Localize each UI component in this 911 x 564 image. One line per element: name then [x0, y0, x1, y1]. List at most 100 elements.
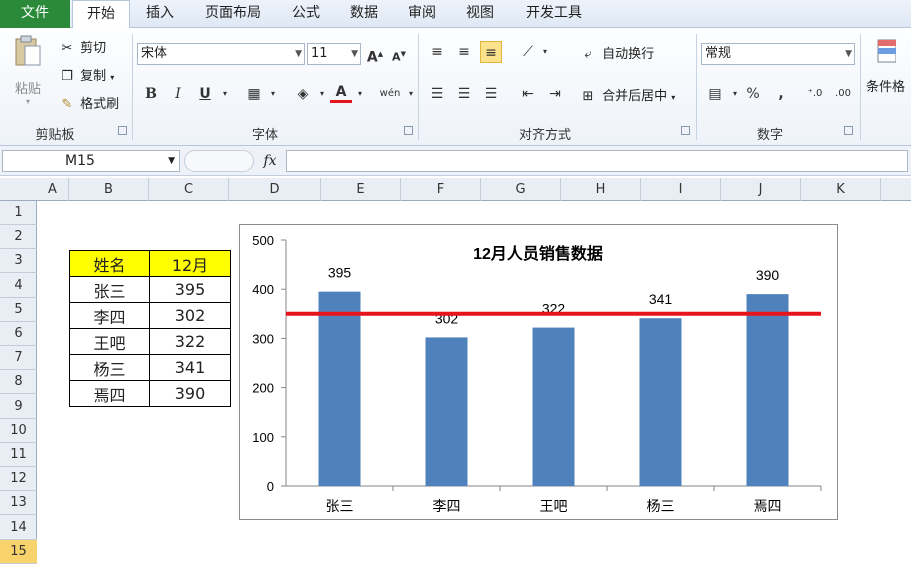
- name-cell[interactable]: 王吧: [69, 328, 150, 355]
- insert-function-button[interactable]: fx: [258, 150, 282, 172]
- cut-button[interactable]: ✂ 剪切: [58, 37, 107, 56]
- italic-button[interactable]: I: [167, 83, 189, 105]
- name-cell[interactable]: 李四: [69, 302, 150, 329]
- formula-bar-resize-handle[interactable]: [184, 150, 254, 172]
- row-header-9[interactable]: 9: [0, 395, 37, 419]
- row-header-12[interactable]: 12: [0, 467, 37, 492]
- tab-home[interactable]: 开始: [72, 0, 130, 29]
- align-center-icon[interactable]: ☰: [453, 83, 475, 105]
- decrease-decimal-icon[interactable]: .00: [832, 83, 854, 105]
- accounting-icon[interactable]: ▤: [704, 83, 726, 105]
- header-month-cell[interactable]: 12月: [149, 250, 231, 277]
- value-cell[interactable]: 302: [149, 302, 231, 329]
- font-name-combo[interactable]: 宋体 ▼: [137, 43, 305, 65]
- orientation-dropdown-icon[interactable]: ▾: [534, 41, 556, 63]
- copy-dropdown-arrow[interactable]: ▾: [110, 73, 114, 82]
- copy-button[interactable]: ❐ 复制 ▾: [58, 65, 114, 84]
- header-name-cell[interactable]: 姓名: [69, 250, 150, 277]
- column-header-g[interactable]: G: [481, 178, 561, 201]
- tab-page-layout[interactable]: 页面布局: [190, 0, 276, 28]
- underline-dropdown-icon[interactable]: ▾: [214, 83, 236, 105]
- chevron-down-icon: ▼: [351, 49, 358, 59]
- border-dropdown-icon[interactable]: ▾: [262, 83, 284, 105]
- sales-chart[interactable]: 12月人员销售数据 0 100 200 300 400 500 395 张三 302 李四 322 王…: [239, 224, 838, 520]
- name-cell[interactable]: 焉四: [69, 380, 150, 407]
- column-header-a[interactable]: A: [37, 178, 69, 201]
- value-cell[interactable]: 322: [149, 328, 231, 355]
- column-header-f[interactable]: F: [401, 178, 481, 201]
- align-bottom-icon[interactable]: ≡: [480, 41, 502, 63]
- row-header-2[interactable]: 2: [0, 225, 37, 250]
- tab-insert[interactable]: 插入: [133, 0, 187, 28]
- clipboard-launcher-icon[interactable]: [118, 126, 127, 135]
- align-middle-icon[interactable]: ≡: [453, 41, 475, 63]
- comma-button[interactable]: ,: [770, 83, 792, 105]
- bold-button[interactable]: B: [140, 83, 162, 105]
- x-tick-label: 王吧: [540, 499, 568, 515]
- row-header-13[interactable]: 13: [0, 491, 37, 516]
- column-header-e[interactable]: E: [321, 178, 401, 201]
- align-right-icon[interactable]: ☰: [480, 83, 502, 105]
- align-left-icon[interactable]: ☰: [426, 83, 448, 105]
- name-box[interactable]: M15 ▼: [2, 150, 180, 172]
- font-size-combo[interactable]: 11 ▼: [307, 43, 361, 65]
- y-tick-label: 200: [252, 381, 274, 396]
- row-header-6[interactable]: 6: [0, 322, 37, 346]
- name-cell[interactable]: 张三: [69, 276, 150, 303]
- tab-data[interactable]: 数据: [336, 0, 392, 28]
- row-header-14[interactable]: 14: [0, 516, 37, 540]
- row-header-5[interactable]: 5: [0, 298, 37, 322]
- underline-button[interactable]: U: [194, 83, 216, 105]
- value-cell[interactable]: 390: [149, 380, 231, 407]
- increase-indent-icon[interactable]: ⇥: [544, 83, 566, 105]
- row-header-1[interactable]: 1: [0, 201, 37, 225]
- column-header-h[interactable]: H: [561, 178, 641, 201]
- merge-dropdown-icon[interactable]: ▾: [671, 93, 675, 102]
- font-launcher-icon[interactable]: [404, 126, 413, 135]
- font-color-dropdown-icon[interactable]: ▾: [349, 83, 371, 105]
- alignment-launcher-icon[interactable]: [681, 126, 690, 135]
- formula-input[interactable]: [286, 150, 908, 172]
- row-header-3[interactable]: 3: [0, 249, 37, 274]
- grow-font-button[interactable]: A▲: [364, 43, 386, 66]
- row-header-7[interactable]: 7: [0, 346, 37, 371]
- increase-decimal-icon[interactable]: ⁺.0: [804, 83, 826, 105]
- row-header-8[interactable]: 8: [0, 370, 37, 395]
- number-format-combo[interactable]: 常规 ▼: [701, 43, 855, 65]
- conditional-format-button[interactable]: 条件格: [866, 38, 911, 95]
- merge-center-button[interactable]: ⊞ 合并后居中 ▾: [578, 85, 676, 104]
- row-header-10[interactable]: 10: [0, 419, 37, 443]
- ribbon: 粘贴 ▾ ✂ 剪切 ❐ 复制 ▾ ✎ 格式刷 剪贴板 宋体 ▼ 11 ▼ A▲ …: [0, 28, 911, 146]
- y-tick-label: 0: [267, 479, 274, 494]
- group-separator: [860, 34, 861, 140]
- number-launcher-icon[interactable]: [844, 126, 853, 135]
- row-header-11[interactable]: 11: [0, 443, 37, 467]
- column-header-j[interactable]: J: [721, 178, 801, 201]
- paste-dropdown-arrow[interactable]: ▾: [8, 97, 48, 106]
- value-cell[interactable]: 395: [149, 276, 231, 303]
- percent-button[interactable]: %: [742, 83, 764, 105]
- column-header-b[interactable]: B: [69, 178, 149, 201]
- name-cell[interactable]: 杨三: [69, 354, 150, 381]
- column-header-k[interactable]: K: [801, 178, 881, 201]
- row-header-4[interactable]: 4: [0, 274, 37, 298]
- wrap-text-label: 自动换行: [602, 47, 655, 62]
- tab-review[interactable]: 审阅: [396, 0, 448, 28]
- tab-view[interactable]: 视图: [452, 0, 508, 28]
- shrink-font-button[interactable]: A▼: [388, 43, 410, 65]
- tab-file[interactable]: 文件: [0, 0, 70, 28]
- decrease-indent-icon[interactable]: ⇤: [517, 83, 539, 105]
- value-cell[interactable]: 341: [149, 354, 231, 381]
- x-tick-label: 焉四: [754, 499, 782, 515]
- tab-formulas[interactable]: 公式: [280, 0, 332, 28]
- column-header-i[interactable]: I: [641, 178, 721, 201]
- row-header-15[interactable]: 15: [0, 539, 37, 564]
- tab-developer[interactable]: 开发工具: [512, 0, 596, 28]
- column-header-d[interactable]: D: [229, 178, 321, 201]
- align-top-icon[interactable]: ≡: [426, 41, 448, 63]
- paste-button[interactable]: 粘贴 ▾: [8, 34, 48, 114]
- clipboard-group-label: 剪贴板: [35, 128, 75, 143]
- wrap-text-button[interactable]: ⤶ 自动换行: [578, 43, 654, 62]
- format-painter-button[interactable]: ✎ 格式刷: [58, 93, 120, 112]
- column-header-c[interactable]: C: [149, 178, 229, 201]
